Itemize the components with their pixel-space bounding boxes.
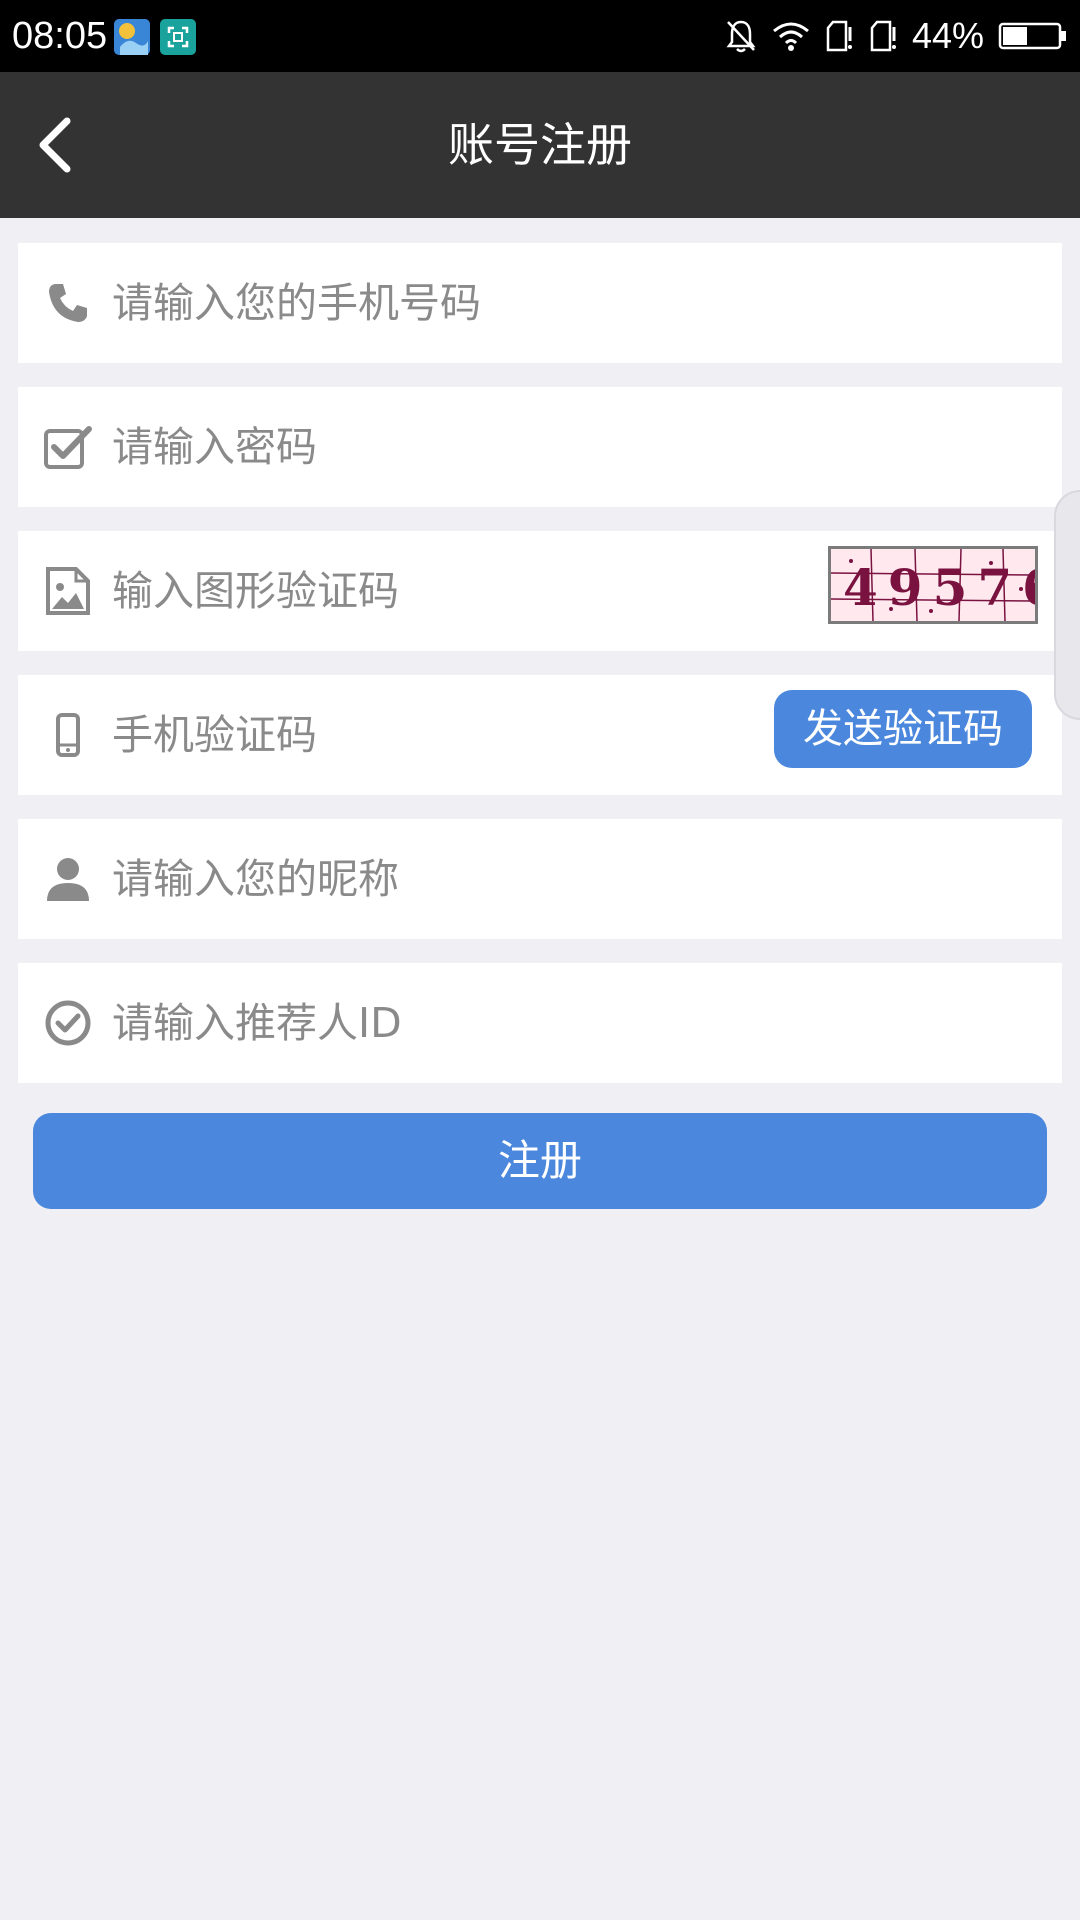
status-indicators: 44% [724, 14, 1068, 58]
weather-app-icon [114, 19, 150, 55]
status-time: 08:05 [12, 15, 108, 57]
checkbox-icon [40, 419, 96, 475]
floating-edge-handle[interactable] [1054, 490, 1080, 720]
captcha-row: 49576 [18, 531, 1062, 651]
sim1-no-signal-icon [824, 19, 854, 53]
phone-row [18, 243, 1062, 363]
captcha-code: 49576 [843, 558, 1035, 617]
phone-input[interactable] [112, 243, 1032, 363]
scanner-app-icon [160, 19, 196, 55]
referrer-id-input[interactable] [112, 963, 1032, 1083]
mute-bell-icon [724, 18, 758, 54]
referrer-row [18, 963, 1062, 1083]
phone-icon [40, 275, 96, 331]
sim2-no-signal-icon [868, 19, 898, 53]
user-icon [40, 851, 96, 907]
back-button[interactable] [0, 72, 110, 218]
sms-code-input[interactable] [112, 675, 752, 795]
back-arrow-icon [39, 117, 71, 173]
mobile-phone-icon [40, 707, 96, 763]
sms-code-row: 发送验证码 [18, 675, 1062, 795]
captcha-input[interactable] [112, 531, 792, 651]
nickname-input[interactable] [112, 819, 1032, 939]
battery-percent: 44% [911, 15, 984, 56]
page-title: 账号注册 [448, 118, 632, 172]
image-icon [40, 563, 96, 619]
wifi-icon [772, 20, 810, 52]
nickname-row [18, 819, 1062, 939]
status-bar: 08:05 44% [0, 0, 1080, 72]
battery-icon [998, 21, 1068, 51]
register-button[interactable]: 注册 [33, 1113, 1047, 1209]
password-row [18, 387, 1062, 507]
title-bar: 账号注册 [0, 72, 1080, 218]
password-input[interactable] [112, 387, 1032, 507]
check-circle-icon [40, 995, 96, 1051]
captcha-image[interactable]: 49576 [828, 546, 1038, 624]
send-code-button[interactable]: 发送验证码 [774, 690, 1032, 768]
